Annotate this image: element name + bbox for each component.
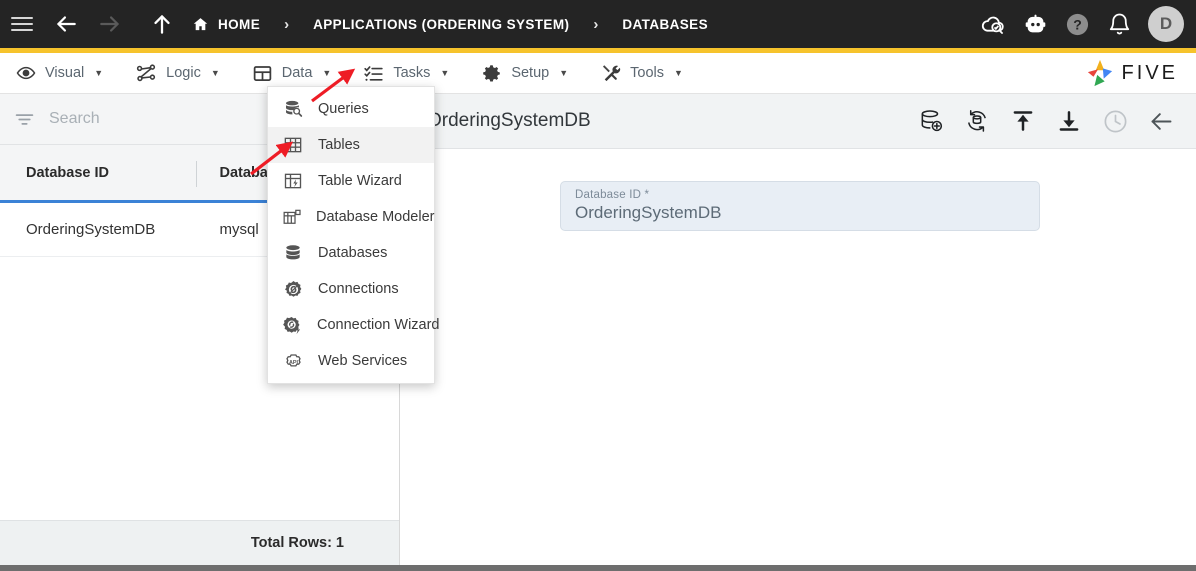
- api-icon: API: [282, 351, 304, 372]
- topbar-actions-group: ? D: [974, 5, 1196, 43]
- database-id-field[interactable]: Database ID * OrderingSystemDB: [560, 181, 1040, 231]
- menu-setup[interactable]: Setup ▼: [465, 53, 584, 94]
- menu-item-databases[interactable]: Databases: [268, 235, 434, 271]
- breadcrumb-item-applications[interactable]: APPLICATIONS (ORDERING SYSTEM): [311, 17, 571, 32]
- total-rows-label: Total Rows: 1: [250, 535, 344, 551]
- connection-icon: [282, 279, 304, 300]
- svg-text:API: API: [288, 359, 298, 365]
- main-menu-bar: Visual ▼ Logic ▼ Data ▼ Tasks ▼ Setup ▼ …: [0, 53, 1196, 94]
- gear-icon: [481, 63, 502, 84]
- filter-icon[interactable]: [14, 109, 35, 130]
- arrow-up-icon[interactable]: [140, 0, 184, 48]
- menu-item-tables[interactable]: Tables: [268, 127, 434, 163]
- data-dropdown-menu: Queries Tables Table Wizard Database Mod…: [267, 86, 440, 384]
- column-divider[interactable]: [196, 161, 197, 187]
- chevron-down-icon: ▼: [322, 68, 332, 78]
- menu-logic-label: Logic: [166, 65, 201, 81]
- breadcrumb-label-home: HOME: [218, 16, 261, 32]
- brand-logo: FIVE: [1085, 59, 1196, 87]
- menu-setup-label: Setup: [511, 65, 550, 81]
- menu-item-databases-label: Databases: [318, 245, 388, 261]
- column-header-database-id[interactable]: Database ID: [0, 165, 200, 181]
- chevron-down-icon: ▼: [674, 68, 683, 78]
- history-clock-icon: [1098, 104, 1132, 138]
- breadcrumb: HOME › APPLICATIONS (ORDERING SYSTEM) › …: [190, 16, 710, 33]
- robot-icon[interactable]: [1016, 5, 1054, 43]
- menu-visual-label: Visual: [45, 65, 85, 81]
- menu-item-web-services-label: Web Services: [318, 353, 408, 369]
- menu-item-queries[interactable]: Queries: [268, 91, 434, 127]
- arrow-right-icon[interactable]: [88, 0, 132, 48]
- arrow-left-icon[interactable]: [44, 0, 88, 48]
- menu-data-label: Data: [281, 65, 313, 81]
- chevron-down-icon: ▼: [559, 68, 569, 78]
- connection-wizard-icon: [282, 315, 303, 336]
- back-arrow-icon[interactable]: [1144, 104, 1178, 138]
- menu-item-queries-label: Queries: [318, 101, 369, 117]
- top-navigation-bar: HOME › APPLICATIONS (ORDERING SYSTEM) › …: [0, 0, 1196, 48]
- database-detail-panel: OrderingSystemDB Database ID * OrderingS…: [401, 94, 1196, 565]
- menu-tools[interactable]: Tools ▼: [584, 53, 699, 94]
- home-icon: [192, 16, 209, 33]
- svg-text:?: ?: [1073, 16, 1082, 32]
- app-window: HOME › APPLICATIONS (ORDERING SYSTEM) › …: [0, 0, 1196, 571]
- chevron-down-icon: ▼: [440, 68, 450, 78]
- window-bottom-edge: [0, 565, 1196, 571]
- table-grid-icon: [252, 63, 273, 84]
- breadcrumb-separator: ›: [593, 15, 599, 33]
- menu-tasks-label: Tasks: [393, 65, 431, 81]
- download-icon[interactable]: [1052, 104, 1086, 138]
- database-icon: [282, 243, 304, 263]
- menu-item-tables-label: Tables: [318, 137, 360, 153]
- grid-footer: Total Rows: 1: [0, 520, 399, 565]
- breadcrumb-separator: ›: [284, 15, 290, 33]
- bell-icon[interactable]: [1100, 5, 1138, 43]
- breadcrumb-item-databases[interactable]: DATABASES: [620, 17, 710, 32]
- menu-item-database-modeler[interactable]: Database Modeler: [268, 199, 435, 235]
- menu-item-connections-label: Connections: [318, 281, 399, 297]
- search-input[interactable]: Search: [49, 110, 100, 128]
- checklist-icon: [363, 63, 384, 84]
- breadcrumb-item-home[interactable]: HOME: [190, 16, 262, 33]
- menu-visual[interactable]: Visual ▼: [0, 53, 119, 94]
- cloud-check-icon[interactable]: [974, 5, 1012, 43]
- eye-icon: [16, 63, 36, 83]
- chevron-down-icon: ▼: [210, 68, 220, 78]
- menu-item-connections[interactable]: Connections: [268, 271, 434, 307]
- brand-name: FIVE: [1121, 61, 1178, 84]
- help-icon[interactable]: ?: [1058, 5, 1096, 43]
- database-id-field-label: Database ID *: [575, 189, 650, 201]
- detail-toolbar: [914, 104, 1178, 138]
- table-wizard-icon: [282, 171, 304, 191]
- database-id-field-value[interactable]: OrderingSystemDB: [575, 203, 1025, 223]
- add-database-icon[interactable]: [914, 104, 948, 138]
- upload-icon[interactable]: [1006, 104, 1040, 138]
- menu-item-connection-wizard[interactable]: Connection Wizard: [268, 307, 440, 343]
- menu-item-connection-wizard-label: Connection Wizard: [317, 317, 440, 333]
- hamburger-icon[interactable]: [0, 0, 44, 48]
- refresh-database-icon[interactable]: [960, 104, 994, 138]
- tools-icon: [600, 63, 621, 84]
- chevron-down-icon: ▼: [94, 68, 104, 78]
- menu-item-web-services[interactable]: API Web Services: [268, 343, 434, 379]
- topbar-left-group: HOME › APPLICATIONS (ORDERING SYSTEM) › …: [0, 0, 710, 48]
- menu-logic[interactable]: Logic ▼: [119, 53, 236, 94]
- menu-tools-label: Tools: [630, 65, 664, 81]
- menu-item-table-wizard-label: Table Wizard: [318, 173, 402, 189]
- database-modeler-icon: [282, 207, 302, 227]
- detail-panel-header: OrderingSystemDB: [401, 94, 1196, 149]
- database-search-icon: [282, 99, 304, 119]
- cell-database-id: OrderingSystemDB: [26, 221, 156, 238]
- menu-item-table-wizard[interactable]: Table Wizard: [268, 163, 434, 199]
- menu-item-database-modeler-label: Database Modeler: [316, 209, 435, 225]
- avatar[interactable]: D: [1148, 6, 1184, 42]
- page-title: OrderingSystemDB: [427, 110, 591, 131]
- five-logo-icon: [1085, 59, 1115, 87]
- table-grid-icon: [282, 135, 304, 155]
- flow-icon: [135, 62, 157, 84]
